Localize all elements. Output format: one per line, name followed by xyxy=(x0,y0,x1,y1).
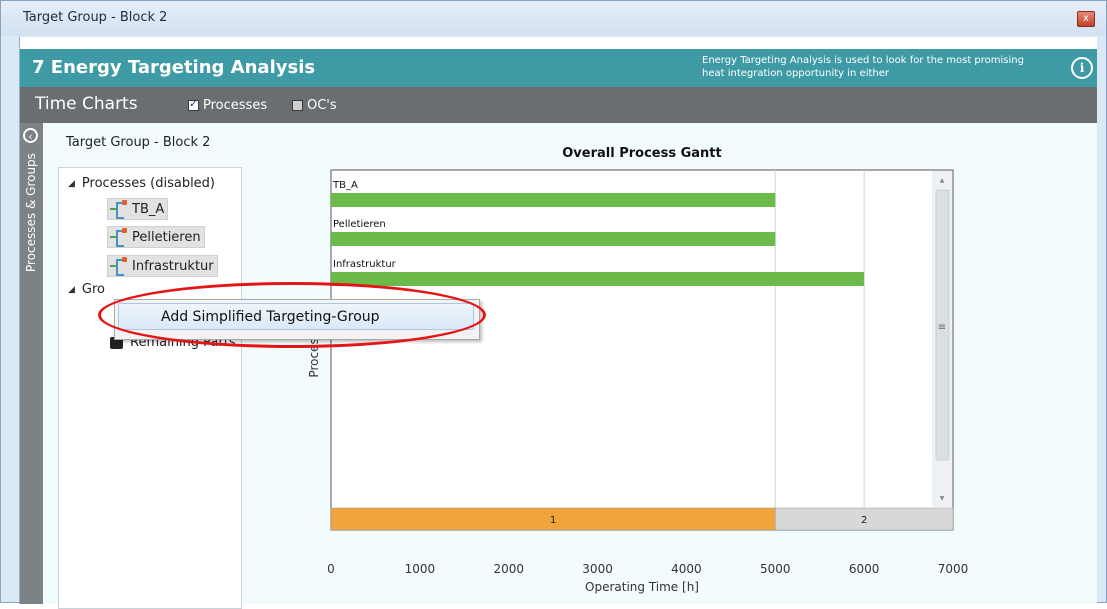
tree-node-groups[interactable]: ◢ Gro xyxy=(68,282,105,297)
menu-item-add-simplified-targeting-group[interactable]: Add Simplified Targeting-Group xyxy=(118,303,474,330)
side-tab-label: Processes & Groups xyxy=(24,153,38,272)
checkbox-unchecked-icon[interactable] xyxy=(292,100,303,111)
group-title: Target Group - Block 2 xyxy=(66,135,211,150)
header-bar: 7 Energy Targeting Analysis Energy Targe… xyxy=(20,49,1097,87)
process-badge[interactable]: Pelletieren xyxy=(107,226,205,248)
x-tick-label: 6000 xyxy=(849,562,880,576)
gantt-bar xyxy=(331,193,776,207)
phase-label: 2 xyxy=(861,515,867,526)
checkbox-checked-icon[interactable] xyxy=(188,97,199,111)
ocs-checkbox[interactable]: OC's xyxy=(292,98,337,113)
gantt-chart: Overall Process Gantt TB_A Pelletieren Infr… xyxy=(298,133,978,598)
expand-triangle-icon[interactable]: ◢ xyxy=(68,285,75,295)
title-bar: Target Group - Block 2 x xyxy=(1,1,1106,36)
content-area: Target Group - Block 2 ◢ Processes (disa… xyxy=(43,123,1097,609)
expand-triangle-icon[interactable]: ◢ xyxy=(68,179,75,189)
x-axis-label: Operating Time [h] xyxy=(585,580,699,594)
bar-label: Infrastruktur xyxy=(333,259,397,270)
tree-item-process[interactable]: Infrastruktur xyxy=(107,255,218,277)
toolbar: Time Charts Processes OC's xyxy=(20,87,1097,123)
x-tick-label: 5000 xyxy=(760,562,791,576)
processes-checkbox[interactable]: Processes xyxy=(188,97,268,113)
tree-item-process[interactable]: Pelletieren xyxy=(107,226,205,248)
gantt-bar xyxy=(331,272,865,286)
groups-node-label: Gro xyxy=(81,282,106,297)
processes-node-label: Processes (disabled) xyxy=(81,176,216,191)
gantt-bar xyxy=(331,232,776,246)
scroll-up-icon: ▲ xyxy=(940,177,945,184)
info-icon[interactable]: i xyxy=(1071,57,1093,79)
processes-checkbox-label: Processes xyxy=(203,98,268,113)
header-description: Energy Targeting Analysis is used to loo… xyxy=(702,55,1024,79)
dialog-window: Target Group - Block 2 x 7 Energy Target… xyxy=(0,0,1107,609)
tree-panel: ◢ Processes (disabled) TB_A Pelletieren xyxy=(58,167,242,609)
bar-label: TB_A xyxy=(332,180,358,191)
window-title: Target Group - Block 2 xyxy=(23,10,168,25)
toolbar-title: Time Charts xyxy=(35,94,138,114)
phase-label: 1 xyxy=(550,515,556,526)
process-icon xyxy=(110,228,129,247)
process-label: TB_A xyxy=(132,201,165,217)
chart-title: Overall Process Gantt xyxy=(562,146,722,161)
process-icon xyxy=(110,200,129,219)
x-tick-label: 1000 xyxy=(405,562,436,576)
scrollbar-grip-icon: ≡ xyxy=(938,322,946,333)
x-tick-label: 2000 xyxy=(493,562,524,576)
plot-area xyxy=(330,169,954,531)
process-badge[interactable]: Infrastruktur xyxy=(107,255,218,277)
process-icon xyxy=(110,257,129,276)
gantt-svg: Overall Process Gantt TB_A Pelletieren Infr… xyxy=(307,146,969,594)
process-label: Infrastruktur xyxy=(132,258,214,274)
close-icon[interactable]: x xyxy=(1077,11,1095,27)
page-title: 7 Energy Targeting Analysis xyxy=(32,57,316,78)
x-tick-label: 4000 xyxy=(671,562,702,576)
bar-label: Pelletieren xyxy=(333,219,386,230)
ocs-checkbox-label: OC's xyxy=(307,98,337,113)
x-tick-label: 3000 xyxy=(582,562,613,576)
x-tick-label: 0 xyxy=(327,562,335,576)
process-badge[interactable]: TB_A xyxy=(107,198,169,220)
tree-node-processes[interactable]: ◢ Processes (disabled) xyxy=(68,176,215,191)
context-menu: Add Simplified Targeting-Group xyxy=(114,299,480,340)
collapse-left-icon[interactable]: ‹ xyxy=(23,128,38,143)
scroll-down-icon: ▼ xyxy=(940,495,945,502)
tree-item-process[interactable]: TB_A xyxy=(107,198,169,220)
x-tick-label: 7000 xyxy=(938,562,969,576)
side-tab-processes-groups[interactable]: ‹ Processes & Groups xyxy=(20,123,43,604)
process-label: Pelletieren xyxy=(132,229,201,245)
